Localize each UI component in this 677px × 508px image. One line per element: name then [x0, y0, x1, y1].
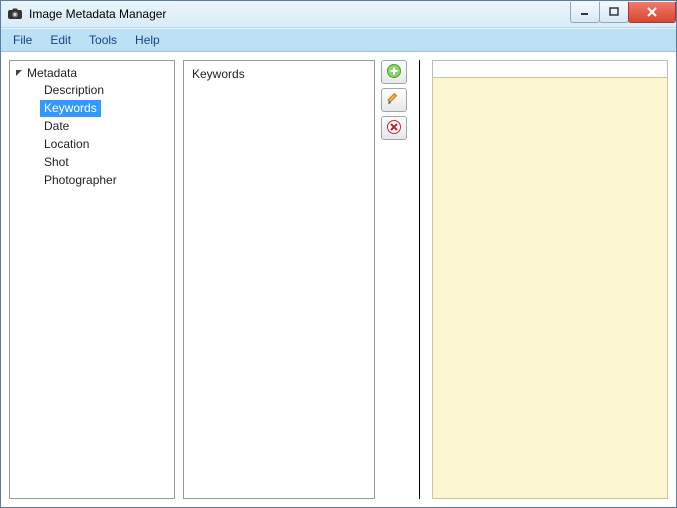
- minimize-button[interactable]: [570, 2, 600, 23]
- app-window: Image Metadata Manager File Edit Tools H…: [0, 0, 677, 508]
- metadata-tree: Metadata DescriptionKeywordsDateLocation…: [9, 60, 175, 499]
- menubar: File Edit Tools Help: [1, 28, 676, 52]
- menu-edit[interactable]: Edit: [42, 31, 79, 49]
- window-title: Image Metadata Manager: [29, 7, 571, 21]
- tree-item[interactable]: Description: [40, 82, 108, 99]
- expand-collapse-icon[interactable]: [14, 69, 24, 78]
- menu-file[interactable]: File: [5, 31, 40, 49]
- right-panel: [432, 60, 668, 499]
- tree-root[interactable]: Metadata: [12, 65, 172, 81]
- tree-item[interactable]: Photographer: [40, 172, 121, 189]
- close-button[interactable]: [628, 2, 676, 23]
- notes-area[interactable]: [432, 77, 668, 499]
- app-icon: [7, 6, 23, 22]
- maximize-button[interactable]: [599, 2, 629, 23]
- tree-root-label: Metadata: [27, 66, 77, 80]
- menu-help[interactable]: Help: [127, 31, 168, 49]
- delete-icon: [386, 119, 402, 138]
- delete-button[interactable]: [381, 116, 407, 140]
- tree-item[interactable]: Keywords: [40, 100, 101, 117]
- titlebar: Image Metadata Manager: [1, 1, 676, 28]
- vertical-divider: [419, 60, 420, 499]
- tree-children: DescriptionKeywordsDateLocationShotPhoto…: [40, 82, 172, 189]
- add-button[interactable]: [381, 60, 407, 84]
- middle-group: Keywords: [183, 60, 407, 499]
- keywords-list: Keywords: [183, 60, 375, 499]
- tree-item[interactable]: Shot: [40, 154, 73, 171]
- edit-button[interactable]: [381, 88, 407, 112]
- add-icon: [386, 63, 402, 82]
- text-input[interactable]: [432, 60, 668, 77]
- list-buttons: [381, 60, 407, 499]
- window-controls: [571, 2, 676, 22]
- client-area: Metadata DescriptionKeywordsDateLocation…: [1, 52, 676, 507]
- menu-tools[interactable]: Tools: [81, 31, 125, 49]
- tree-item[interactable]: Date: [40, 118, 73, 135]
- list-header: Keywords: [192, 67, 366, 81]
- tree-item[interactable]: Location: [40, 136, 93, 153]
- edit-icon: [386, 91, 402, 110]
